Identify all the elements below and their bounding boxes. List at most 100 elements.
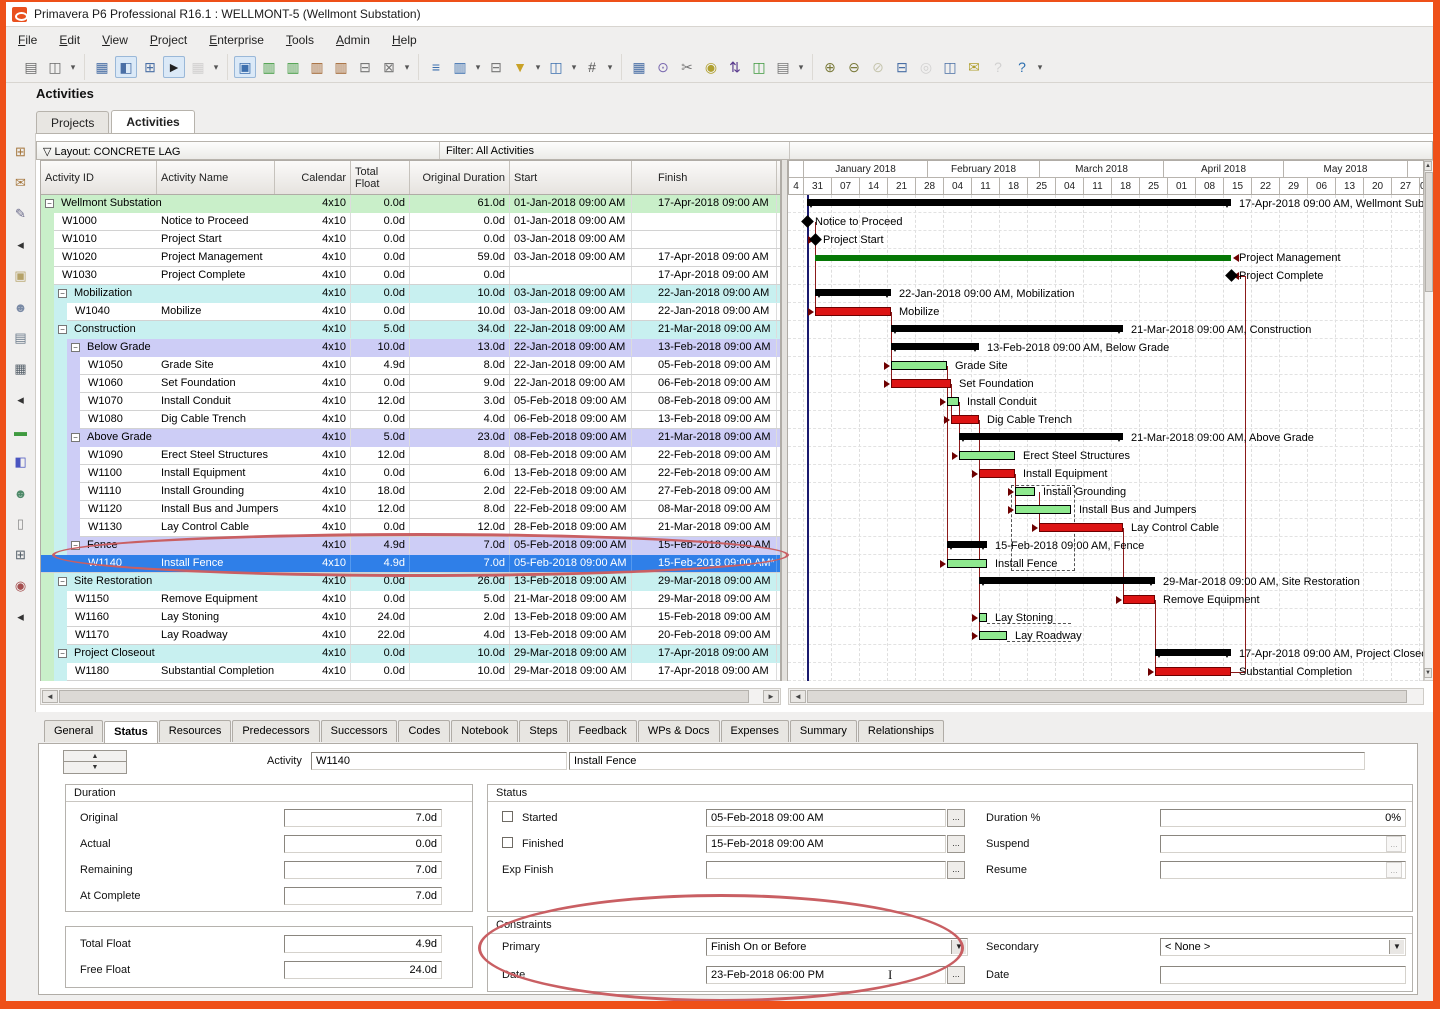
level-icon[interactable]: ✂: [676, 56, 698, 78]
help-dim-icon[interactable]: ?: [987, 56, 1009, 78]
table-font-icon[interactable]: ⊟: [485, 56, 507, 78]
activity-bar[interactable]: [891, 361, 947, 370]
menu-project[interactable]: Project: [150, 33, 187, 47]
activity-usage-icon[interactable]: ▥: [306, 56, 328, 78]
table-row[interactable]: W1060 Set Foundation 4x10 0.0d 9.0d 22-Jan-20…: [41, 375, 780, 393]
scroll-thumb[interactable]: [1425, 172, 1433, 292]
network-view-icon[interactable]: ⊞: [139, 56, 161, 78]
table-view-icon[interactable]: ▦: [91, 56, 113, 78]
zoom-in-icon[interactable]: ⊕: [819, 56, 841, 78]
scroll-left-icon[interactable]: ◄: [42, 690, 58, 703]
detail-tab-feedback[interactable]: Feedback: [568, 720, 637, 742]
activity-details-icon[interactable]: ▣: [234, 56, 256, 78]
tracking-icon[interactable]: ▦: [10, 358, 32, 380]
date-browse-button[interactable]: ...: [947, 861, 965, 879]
documents-icon[interactable]: ▯: [10, 513, 32, 535]
summary-bar[interactable]: [891, 343, 979, 350]
assignments-icon[interactable]: ☻: [10, 482, 32, 504]
step-up-icon[interactable]: ▲: [64, 751, 126, 762]
actual-field[interactable]: 0.0d: [284, 835, 442, 853]
resource-usage-icon[interactable]: ▥: [282, 56, 304, 78]
table-row[interactable]: W1020 Project Management 4x10 0.0d 59.0d 03-J…: [41, 249, 780, 267]
menu-help[interactable]: Help: [392, 33, 417, 47]
edit-resource-icon[interactable]: ✎: [10, 203, 32, 225]
date-browse-button[interactable]: ...: [1386, 862, 1402, 878]
activity-id-field[interactable]: W1140: [311, 752, 567, 770]
activity-bar[interactable]: [947, 397, 959, 406]
select-pointer-icon[interactable]: ►: [163, 56, 185, 78]
layout-options-bar[interactable]: ▽ Layout: CONCRETE LAG Filter: All Activ…: [36, 141, 1433, 160]
update-progress-icon[interactable]: ⇅: [724, 56, 746, 78]
suspend-field[interactable]: [1160, 835, 1406, 853]
collapse-toggle-icon[interactable]: −: [71, 433, 80, 442]
group-row[interactable]: − Site Restoration 4x10 0.0d 26.0d 13-Feb-201…: [41, 573, 780, 591]
summary-bar[interactable]: [979, 577, 1155, 584]
table-row[interactable]: W1010 Project Start 4x10 0.0d 0.0d 03-Jan-201…: [41, 231, 780, 249]
exp-finish-field[interactable]: [706, 861, 946, 879]
table-row[interactable]: W1050 Grade Site 4x10 4.9d 8.0d 22-Jan-2018 0…: [41, 357, 780, 375]
reports-icon[interactable]: ▤: [10, 327, 32, 349]
table-row[interactable]: W1170 Lay Roadway 4x10 22.0d 4.0d 13-Feb-2018…: [41, 627, 780, 645]
original-field[interactable]: 7.0d: [284, 809, 442, 827]
mail-icon[interactable]: ✉: [10, 172, 32, 194]
activity-bar[interactable]: [1015, 505, 1071, 514]
table-row[interactable]: W1000 Notice to Proceed 4x10 0.0d 0.0d 01-Jan…: [41, 213, 780, 231]
activity-bar[interactable]: [979, 613, 987, 622]
dim-tool-icon[interactable]: ▦: [187, 56, 209, 78]
dropdown-caret-icon[interactable]: ▾: [796, 56, 806, 78]
gantt-vscrollbar[interactable]: ▲ ▼: [1424, 160, 1433, 681]
table-row[interactable]: W1090 Erect Steel Structures 4x10 12.0d 8.0d…: [41, 447, 780, 465]
collapse-arrow-icon[interactable]: ◂: [10, 389, 32, 411]
clock-icon[interactable]: ⊙: [652, 56, 674, 78]
summary-bar[interactable]: [959, 433, 1123, 440]
scroll-thumb[interactable]: [59, 690, 749, 703]
group-row[interactable]: − Below Grade 4x10 10.0d 13.0d 22-Jan-2018 09…: [41, 339, 780, 357]
date-browse-button[interactable]: ...: [947, 835, 965, 853]
free-float-field[interactable]: 24.0d: [284, 961, 442, 979]
activity-bar[interactable]: [951, 415, 979, 424]
menu-view[interactable]: View: [102, 33, 128, 47]
dropdown-caret-icon[interactable]: ▾: [605, 56, 615, 78]
activity-name-field[interactable]: Install Fence: [569, 752, 1365, 770]
dropdown-caret-icon[interactable]: ▾: [68, 56, 78, 78]
collapse-toggle-icon[interactable]: −: [58, 649, 67, 658]
summary-bar[interactable]: [815, 289, 891, 296]
table-row[interactable]: W1150 Remove Equipment 4x10 0.0d 5.0d 21-Mar-…: [41, 591, 780, 609]
issues-icon[interactable]: ▤: [772, 56, 794, 78]
table-row[interactable]: W1180 Substantial Completion 4x10 0.0d 10.0d…: [41, 663, 780, 681]
group-row[interactable]: − Fence 4x10 4.9d 7.0d 05-Feb-2018 09:00 AM 15…: [41, 537, 780, 555]
detail-tab-expenses[interactable]: Expenses: [720, 720, 789, 742]
print-icon[interactable]: ▤: [20, 56, 42, 78]
filter-status[interactable]: Filter: All Activities: [440, 142, 790, 159]
column-header-total-float[interactable]: Total Float: [351, 161, 410, 194]
table-row[interactable]: W1110 Install Grounding 4x10 18.0d 2.0d 22-Fe…: [41, 483, 780, 501]
scroll-thumb[interactable]: [807, 690, 1407, 703]
resume-field[interactable]: [1160, 861, 1406, 879]
summary-bar[interactable]: [807, 199, 1231, 206]
dropdown-arrow-icon[interactable]: ▼: [1389, 940, 1404, 954]
dropdown-arrow-icon[interactable]: ▼: [951, 940, 966, 954]
level-of-effort-bar[interactable]: [815, 255, 1231, 261]
secondary-constraint-select[interactable]: < None > ▼: [1160, 938, 1406, 956]
comment-icon[interactable]: ✉: [963, 56, 985, 78]
global-change-icon[interactable]: ◉: [10, 575, 32, 597]
remaining-field[interactable]: 7.0d: [284, 861, 442, 879]
activity-bar[interactable]: [1015, 487, 1035, 496]
apply-actuals-icon[interactable]: ◉: [700, 56, 722, 78]
vsplit-icon[interactable]: ◫: [939, 56, 961, 78]
group-sort-icon[interactable]: ◫: [545, 56, 567, 78]
collapse-arrow-icon[interactable]: ◂: [10, 234, 32, 256]
collapse-arrow-icon[interactable]: ◂: [10, 606, 32, 628]
menu-tools[interactable]: Tools: [286, 33, 314, 47]
caret-icon[interactable]: ▾: [533, 56, 543, 78]
scroll-left-icon[interactable]: ◄: [790, 690, 806, 703]
zoom-out-icon[interactable]: ⊖: [843, 56, 865, 78]
column-header-calendar[interactable]: Calendar: [275, 161, 351, 194]
detail-tab-general[interactable]: General: [44, 720, 104, 742]
column-header-finish[interactable]: Finish: [632, 161, 777, 194]
caret-icon[interactable]: ▾: [569, 56, 579, 78]
timescale-icon[interactable]: ⊠: [378, 56, 400, 78]
activity-bar[interactable]: [947, 559, 987, 568]
date-browse-button[interactable]: ...: [947, 809, 965, 827]
duration--field[interactable]: 0%: [1160, 809, 1406, 827]
